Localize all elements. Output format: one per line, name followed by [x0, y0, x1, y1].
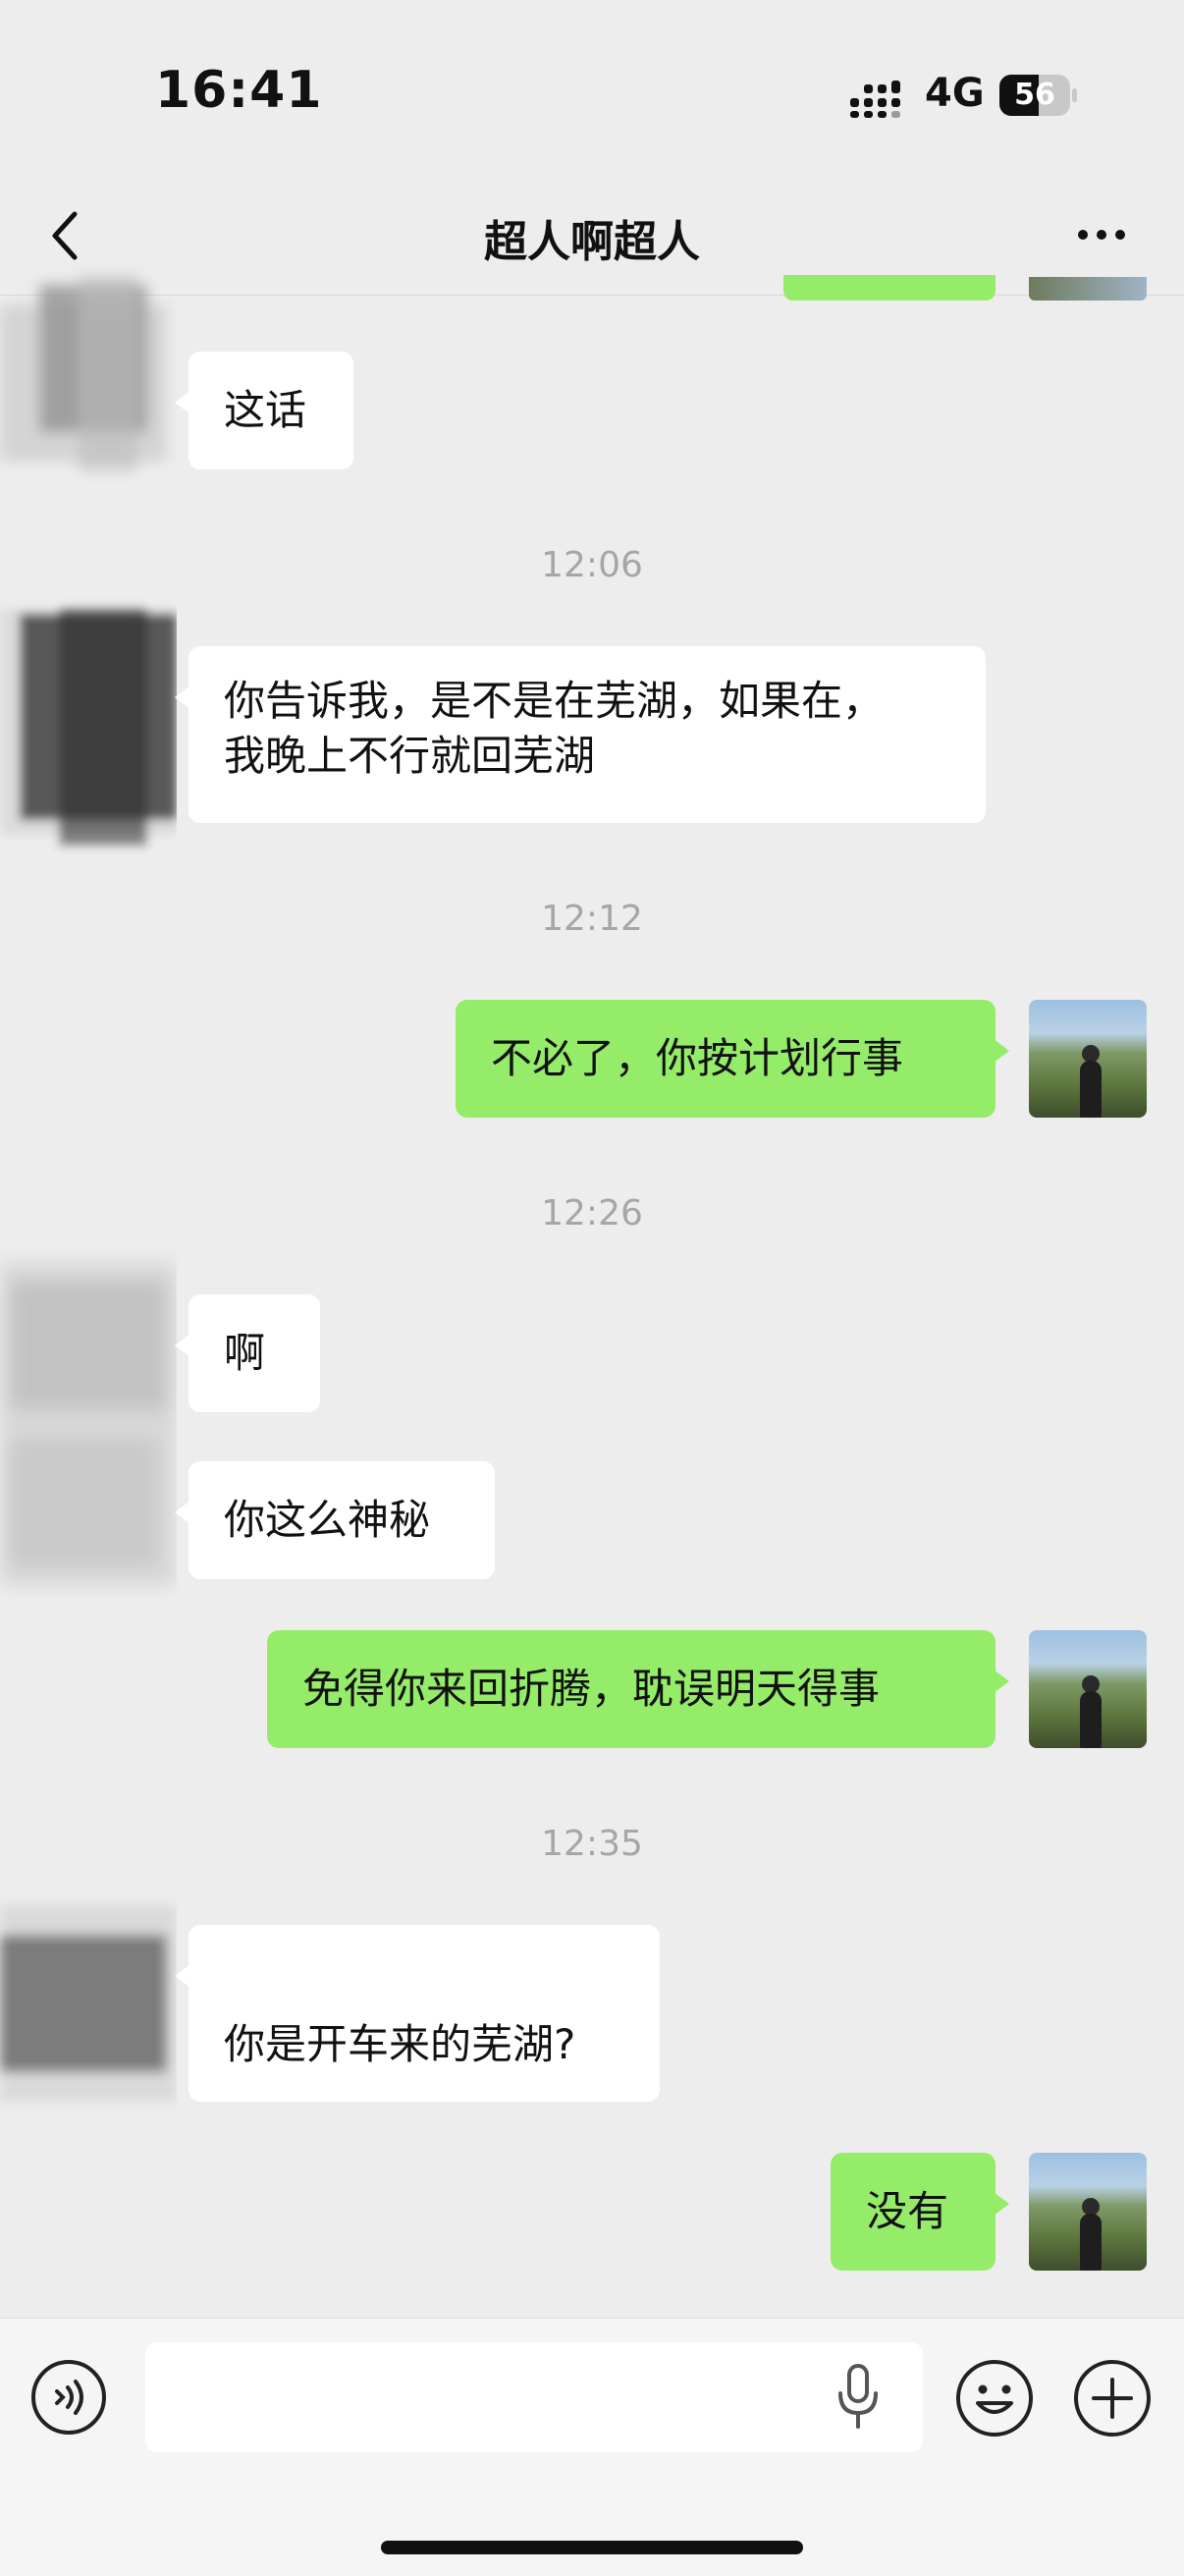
message-timestamp: 12:12: [541, 899, 643, 939]
message-timestamp: 12:35: [541, 1824, 643, 1864]
message-text: 你是开车来的芜湖?: [224, 2020, 576, 2068]
signal-icon: [850, 81, 900, 118]
user-avatar[interactable]: [1029, 1630, 1147, 1748]
status-bar: 16:41 4G 56: [0, 0, 1184, 187]
chat-input-bar: [0, 2318, 1184, 2576]
message-timestamp: 12:06: [541, 545, 643, 585]
message-bubble-incoming[interactable]: 你是开车来的芜湖?: [175, 1925, 660, 2102]
user-avatar[interactable]: [1029, 1000, 1147, 1118]
status-time: 16:41: [155, 61, 323, 120]
message-bubble-incoming[interactable]: 你告诉我，是不是在芜湖，如果在， 我晚上不行就回芜湖: [175, 646, 986, 823]
microphone-icon[interactable]: [834, 2360, 882, 2435]
message-bubble-outgoing[interactable]: 不必了，你按计划行事: [456, 1000, 1009, 1118]
contact-avatar[interactable]: [0, 265, 177, 521]
contact-avatar[interactable]: [0, 589, 177, 854]
message-text: 你告诉我，是不是在芜湖，如果在， 我晚上不行就回芜湖: [224, 677, 885, 780]
network-label: 4G: [925, 71, 985, 116]
message-bubble-incoming[interactable]: 啊: [175, 1294, 320, 1412]
battery-level: 56: [1014, 78, 1055, 112]
emoji-icon[interactable]: [954, 2358, 1035, 2439]
voice-icon[interactable]: [29, 2358, 108, 2437]
contact-avatar[interactable]: [0, 1886, 177, 2121]
message-bubble-incoming[interactable]: 你这么神秘: [175, 1461, 495, 1579]
message-bubble-outgoing[interactable]: 免得你来回折腾，耽误明天得事: [267, 1630, 1009, 1748]
chat-title: 超人啊超人: [484, 217, 700, 267]
message-timestamp: 12:26: [541, 1193, 643, 1233]
user-avatar[interactable]: [1029, 2153, 1147, 2271]
contact-avatar[interactable]: [0, 1242, 177, 1596]
partial-message-bubble: [783, 275, 996, 301]
message-text: 啊: [224, 1329, 266, 1377]
message-bubble-incoming[interactable]: 这话: [175, 352, 353, 469]
battery-icon: 56: [999, 75, 1077, 116]
message-text: 免得你来回折腾，耽误明天得事: [302, 1665, 881, 1713]
message-text: 你这么神秘: [224, 1496, 431, 1544]
partial-avatar: [1029, 277, 1147, 301]
message-text: 这话: [224, 386, 307, 434]
message-text: 没有: [866, 2187, 949, 2235]
home-indicator[interactable]: [381, 2541, 803, 2554]
plus-icon[interactable]: [1072, 2358, 1153, 2439]
message-input[interactable]: [145, 2342, 923, 2452]
message-bubble-outgoing[interactable]: 没有: [831, 2153, 1009, 2271]
message-text: 不必了，你按计划行事: [491, 1034, 904, 1082]
more-dots-icon[interactable]: [1072, 216, 1131, 255]
chat-header: 超人啊超人: [0, 187, 1184, 296]
